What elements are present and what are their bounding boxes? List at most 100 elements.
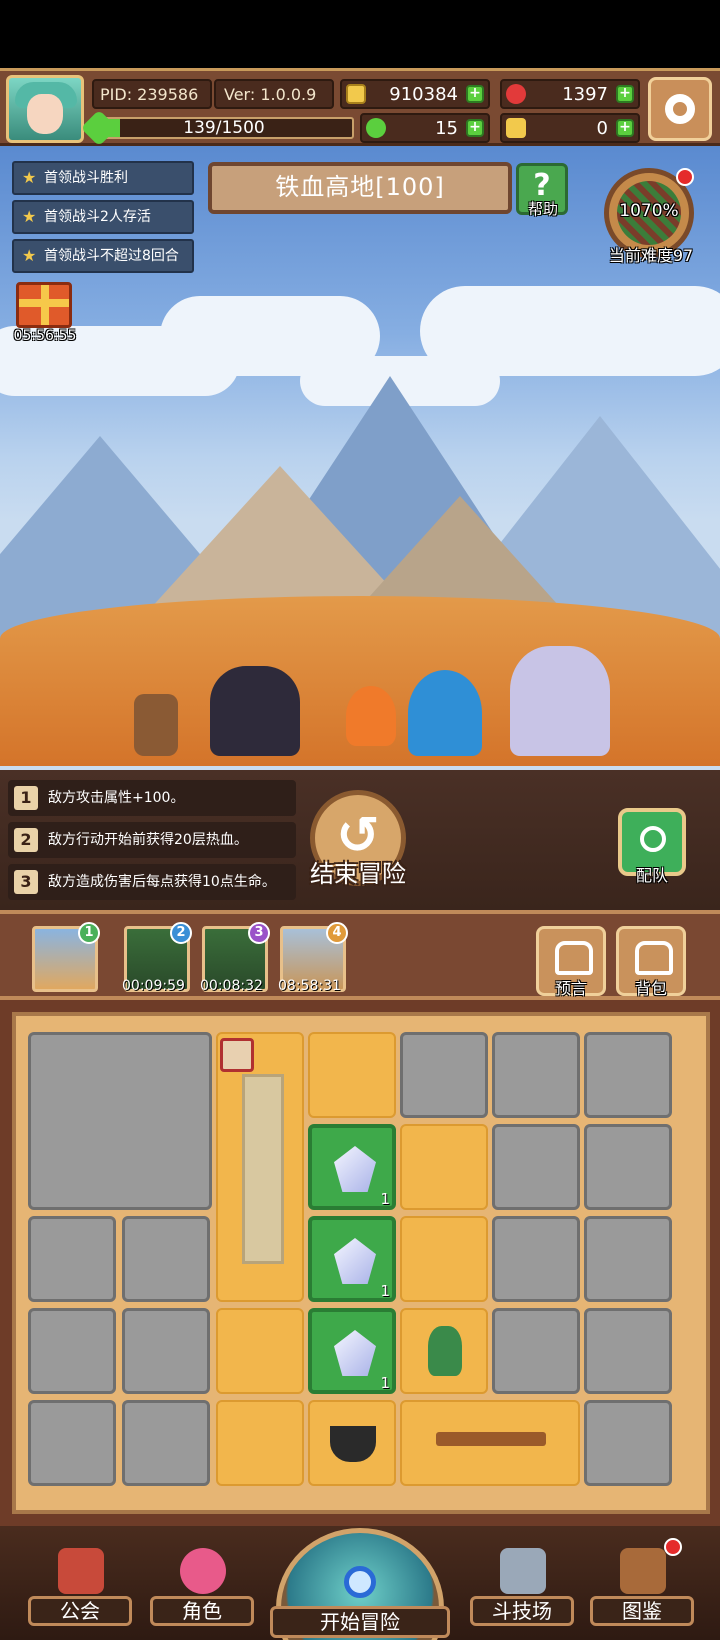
barrel: [134, 694, 178, 756]
stone-tile[interactable]: [492, 1308, 580, 1394]
nav-character[interactable]: 角色: [150, 1548, 254, 1628]
sand-tile[interactable]: [400, 1124, 488, 1210]
end-adventure-label: 结束冒险: [310, 860, 406, 888]
prophecy-button[interactable]: 预言: [536, 926, 606, 998]
nav-guild[interactable]: 公会: [28, 1548, 132, 1628]
blue-slime-hero[interactable]: [408, 670, 482, 756]
nav-character-label: 角色: [150, 1596, 254, 1626]
stone-tile[interactable]: [122, 1400, 210, 1486]
help-label: 帮助: [527, 200, 558, 218]
modifier-number: 1: [14, 786, 38, 810]
crystal-icon: [334, 1330, 376, 1376]
modifier-text: 敌方行动开始前获得20层热血。: [48, 832, 248, 848]
pillar-icon: [242, 1074, 284, 1264]
version-text: Ver: 1.0.0.9: [224, 85, 317, 104]
stamina-bar: 139/1500: [94, 117, 354, 139]
stamina-icon: [80, 109, 118, 147]
bench-icon: [436, 1432, 546, 1446]
modifier-number: 3: [14, 870, 38, 894]
add-gems-icon[interactable]: +: [616, 85, 634, 103]
difficulty-label: 当前难度97: [608, 246, 694, 265]
clover-icon: [366, 118, 386, 138]
stone-tile[interactable]: [28, 1308, 116, 1394]
gift-box-icon[interactable]: [16, 282, 72, 328]
nav-arena[interactable]: 斗技场: [470, 1548, 574, 1628]
sand-tile[interactable]: [216, 1308, 304, 1394]
star-icon: ★: [22, 207, 37, 226]
gem-count: 1: [380, 1282, 390, 1300]
stone-tile[interactable]: [584, 1216, 672, 1302]
player-header: PID: 239586 Ver: 1.0.0.9 910384 + 1397 +…: [0, 68, 720, 147]
stage-title-banner: 铁血高地[100]: [208, 162, 512, 214]
stone-tile[interactable]: [492, 1032, 580, 1118]
difficulty-percent: 1070%: [619, 201, 679, 221]
quest-item: ★ 首领战斗不超过8回合: [12, 239, 194, 273]
end-adventure-button[interactable]: ↺ 结束冒险: [306, 790, 410, 890]
nav-codex[interactable]: 图鉴: [590, 1548, 694, 1628]
sand-tile-cauldron[interactable]: [308, 1400, 396, 1486]
team-icon: [640, 826, 666, 852]
crystal-icon: [334, 1238, 376, 1284]
notification-dot: [676, 168, 694, 186]
stage-badge: 1: [78, 922, 100, 944]
mage-hero[interactable]: [510, 646, 610, 756]
sand-tile[interactable]: [216, 1400, 304, 1486]
sand-tile-bench[interactable]: [400, 1400, 580, 1486]
quest-item: ★ 首领战斗2人存活: [12, 200, 194, 234]
stone-tile[interactable]: [28, 1400, 116, 1486]
gold-box: 910384 +: [340, 79, 490, 109]
stone-tile[interactable]: [122, 1216, 210, 1302]
backpack-button[interactable]: 背包: [616, 926, 686, 998]
stage-badge: 4: [326, 922, 348, 944]
guild-icon: [58, 1548, 104, 1594]
stone-tile[interactable]: [584, 1032, 672, 1118]
sand-tile-pillar[interactable]: [216, 1032, 304, 1302]
stone-tile[interactable]: [28, 1216, 116, 1302]
prophecy-label: 预言: [554, 979, 587, 998]
stone-tile[interactable]: [584, 1308, 672, 1394]
player-avatar[interactable]: [6, 75, 84, 143]
stage-badge: 2: [170, 922, 192, 944]
stone-tile[interactable]: [400, 1032, 488, 1118]
add-keys-icon[interactable]: +: [616, 119, 634, 137]
nav-guild-label: 公会: [28, 1596, 132, 1626]
wizard-hero[interactable]: [210, 666, 300, 756]
notification-dot: [664, 1538, 682, 1556]
gem-tile[interactable]: 1: [308, 1216, 396, 1302]
gift-timer: 05:56:55: [13, 328, 77, 344]
start-adventure-button[interactable]: 开始冒险: [270, 1526, 450, 1640]
crossed-swords-icon: [500, 1548, 546, 1594]
add-gold-icon[interactable]: +: [466, 85, 484, 103]
backpack-icon: [635, 941, 673, 975]
stone-tile[interactable]: [584, 1400, 672, 1486]
sand-tile-player[interactable]: [400, 1308, 488, 1394]
star-icon: ★: [22, 246, 37, 265]
map-area: 1 1 1: [0, 1000, 720, 1526]
stamina-text: 139/1500: [183, 118, 265, 138]
gem-tile[interactable]: 1: [308, 1124, 396, 1210]
sand-tile[interactable]: [400, 1216, 488, 1302]
clover-amount: 15: [435, 118, 458, 139]
stone-tile[interactable]: [584, 1124, 672, 1210]
keys-amount: 0: [596, 118, 608, 139]
key-icon: [506, 118, 526, 138]
stone-tile[interactable]: [122, 1308, 210, 1394]
modifier-text: 敌方造成伤害后每点获得10点生命。: [48, 874, 276, 890]
stage-title: 铁血高地[100]: [275, 173, 445, 201]
crystal-icon: [334, 1146, 376, 1192]
stage-timer: 00:08:32: [200, 978, 263, 994]
nav-codex-label: 图鉴: [590, 1596, 694, 1626]
stone-tile[interactable]: [492, 1124, 580, 1210]
home-marker-icon: [220, 1038, 254, 1072]
pid-box: PID: 239586: [92, 79, 212, 109]
gem-amount: 1397: [562, 84, 608, 105]
backpack-label: 背包: [634, 979, 667, 998]
modifier-number: 2: [14, 828, 38, 852]
add-clover-icon[interactable]: +: [466, 119, 484, 137]
stone-tile[interactable]: [492, 1216, 580, 1302]
book-icon: [620, 1548, 666, 1594]
gem-tile[interactable]: 1: [308, 1308, 396, 1394]
settings-button[interactable]: [648, 77, 712, 141]
sand-tile[interactable]: [308, 1032, 396, 1118]
stone-tile-large[interactable]: [28, 1032, 212, 1210]
